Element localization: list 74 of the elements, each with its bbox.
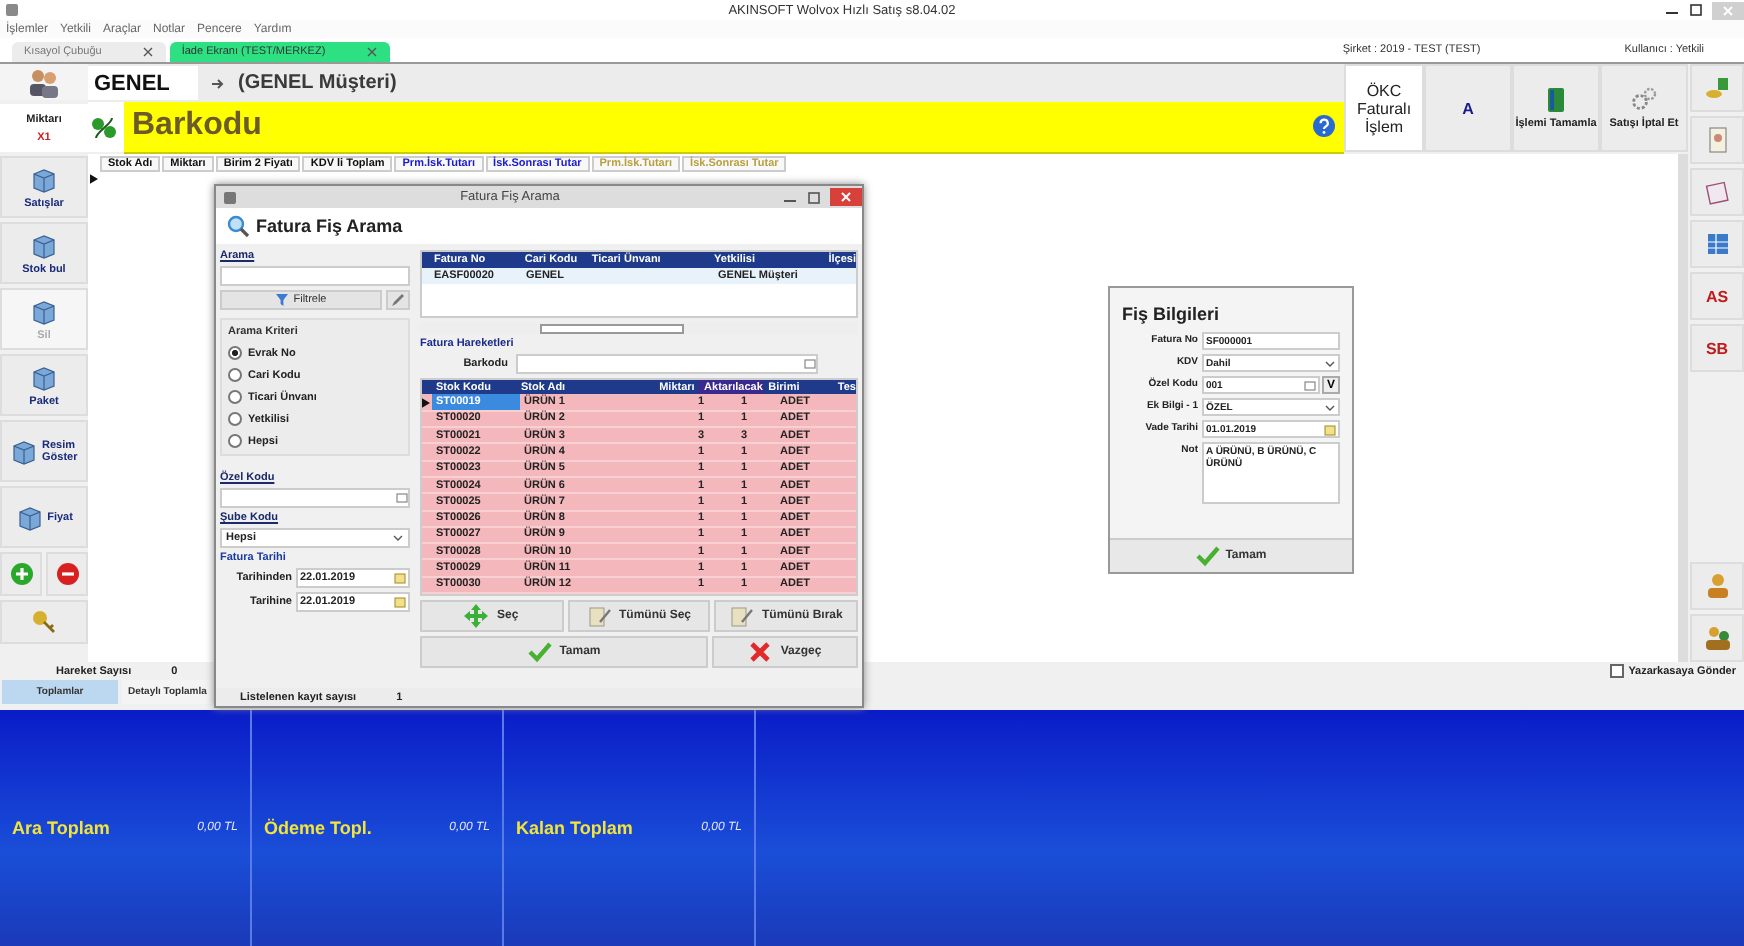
card-icon [1703,178,1731,206]
people-icon [1703,624,1731,652]
box-icon [30,231,58,259]
close-icon[interactable] [141,46,154,58]
radio-button[interactable] [228,412,242,426]
action-button[interactable]: A [1424,64,1512,152]
document-icon [1703,126,1731,154]
toolbar-button[interactable] [1690,168,1744,216]
row-pointer-icon [422,398,430,409]
lookup-icon[interactable] [804,358,816,370]
lookup-icon[interactable] [1304,379,1316,391]
box-icon [30,363,58,391]
toolbar-button[interactable]: AS [1690,272,1744,320]
chevron-down-icon [392,532,404,544]
restore-icon[interactable] [806,189,822,205]
lookup-icon[interactable] [396,492,408,504]
toolbar-button[interactable] [1690,64,1744,112]
radio-button[interactable] [228,368,242,382]
move-arrows-icon [464,604,489,628]
customer-code-field[interactable]: GENEL [88,66,198,100]
total-label: Ara Toplam [12,818,110,838]
checkmark-icon [527,640,552,664]
add-button[interactable] [0,552,42,596]
book-icon [1542,86,1570,114]
action-button[interactable]: ÖKC Faturalı İşlem [1344,64,1424,152]
checkbox[interactable] [1610,664,1625,678]
box-icon [30,297,58,325]
people-icon [28,66,60,98]
close-button[interactable] [830,188,862,206]
customer-name: (GENEL Müşteri) [238,72,397,94]
edit-button[interactable] [386,290,410,310]
toolbar-button[interactable] [1690,220,1744,268]
cross-icon [748,640,773,664]
toolbar-button[interactable] [1690,562,1744,610]
dialog-heading: Fatura Fiş Arama [256,216,403,236]
close-icon[interactable] [365,46,378,58]
minus-icon [55,562,79,586]
help-icon[interactable] [1312,114,1336,138]
toolbar-button[interactable] [1690,116,1744,164]
restore-icon[interactable] [1688,2,1704,18]
box-icon [10,437,38,465]
dialog-heading: Fiş Bilgileri [1120,302,1222,328]
radio-button[interactable] [228,346,242,360]
app-icon [222,189,238,205]
remove-button[interactable] [46,552,88,596]
checkmark-icon [1195,544,1220,568]
box-icon [30,165,58,193]
chevron-down-icon [1324,357,1336,369]
chevron-down-icon [1324,401,1336,413]
radio-button[interactable] [228,390,242,404]
note-pencil-icon [730,604,754,628]
box-icon [15,503,44,531]
coins-icon [1703,74,1731,102]
radio-button[interactable] [228,434,242,448]
plus-icon [9,562,33,586]
arrow-icon[interactable] [210,75,226,91]
barcode-field[interactable]: Barkodu [124,101,1344,153]
search-icon [226,214,250,238]
special-code-field[interactable] [220,488,410,508]
toolbar-button[interactable]: SB [1690,324,1744,372]
search-field[interactable] [220,266,410,286]
calendar-icon[interactable] [1324,423,1336,435]
row-pointer-icon [90,174,98,184]
total-label: Ödeme Topl. [264,818,372,838]
total-label: Kalan Toplam [516,818,633,838]
filter-icon [275,294,288,306]
table-icon [1703,230,1731,258]
note-pencil-icon [587,604,611,628]
person-icon [1703,572,1731,600]
pencil-icon [390,292,406,308]
toolbar-button[interactable] [1690,614,1744,662]
key-icon [30,608,58,636]
app-icon [4,2,20,18]
barcode-field[interactable] [516,354,818,374]
